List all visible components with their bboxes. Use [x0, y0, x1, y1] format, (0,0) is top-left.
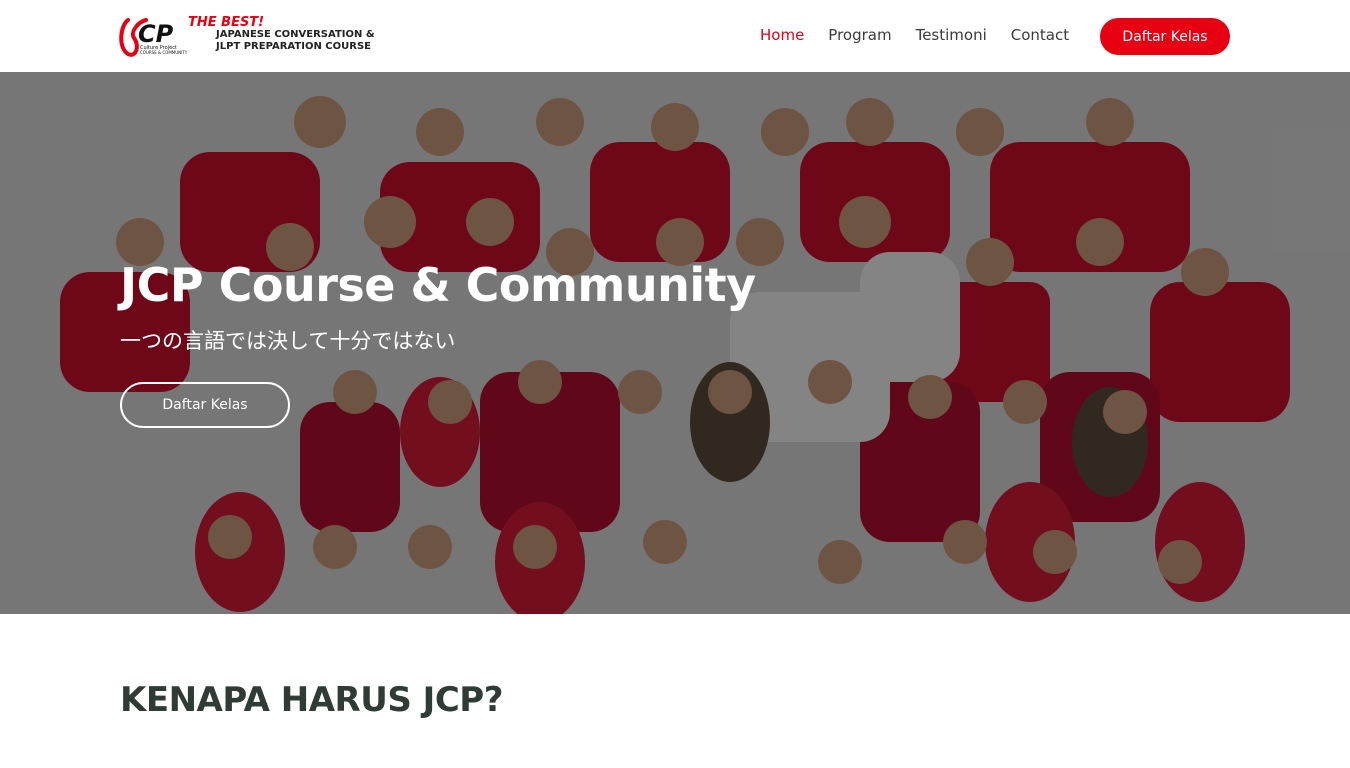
nav-item-program[interactable]: Program: [828, 26, 891, 44]
main-nav: Home Program Testimoni Contact: [760, 26, 1093, 44]
nav-item-testimoni[interactable]: Testimoni: [916, 26, 987, 44]
daftar-kelas-header-button[interactable]: Daftar Kelas: [1100, 18, 1230, 55]
svg-text:JAPANESE CONVERSATION &: JAPANESE CONVERSATION &: [215, 29, 375, 40]
hero-title: JCP Course & Community: [120, 258, 756, 312]
daftar-kelas-hero-button[interactable]: Daftar Kelas: [120, 382, 290, 428]
nav-item-contact[interactable]: Contact: [1011, 26, 1069, 44]
hero-section: JCP Course & Community 一つの言語では決して十分ではない …: [0, 72, 1350, 614]
svg-text:CP: CP: [138, 20, 174, 48]
svg-text:JLPT PREPARATION COURSE: JLPT PREPARATION COURSE: [215, 41, 371, 52]
section-title-kenapa: KENAPA HARUS JCP?: [120, 680, 503, 720]
hero-subtitle: 一つの言語では決して十分ではない: [120, 329, 456, 353]
site-logo[interactable]: CP Culture Project COURSE & COMMUNITY TH…: [118, 12, 378, 60]
logo-icon: CP Culture Project COURSE & COMMUNITY TH…: [119, 15, 375, 57]
nav-item-home[interactable]: Home: [760, 26, 804, 44]
svg-text:THE BEST!: THE BEST!: [188, 15, 264, 30]
site-header: CP Culture Project COURSE & COMMUNITY TH…: [0, 0, 1350, 72]
svg-text:COURSE & COMMUNITY: COURSE & COMMUNITY: [140, 50, 188, 55]
